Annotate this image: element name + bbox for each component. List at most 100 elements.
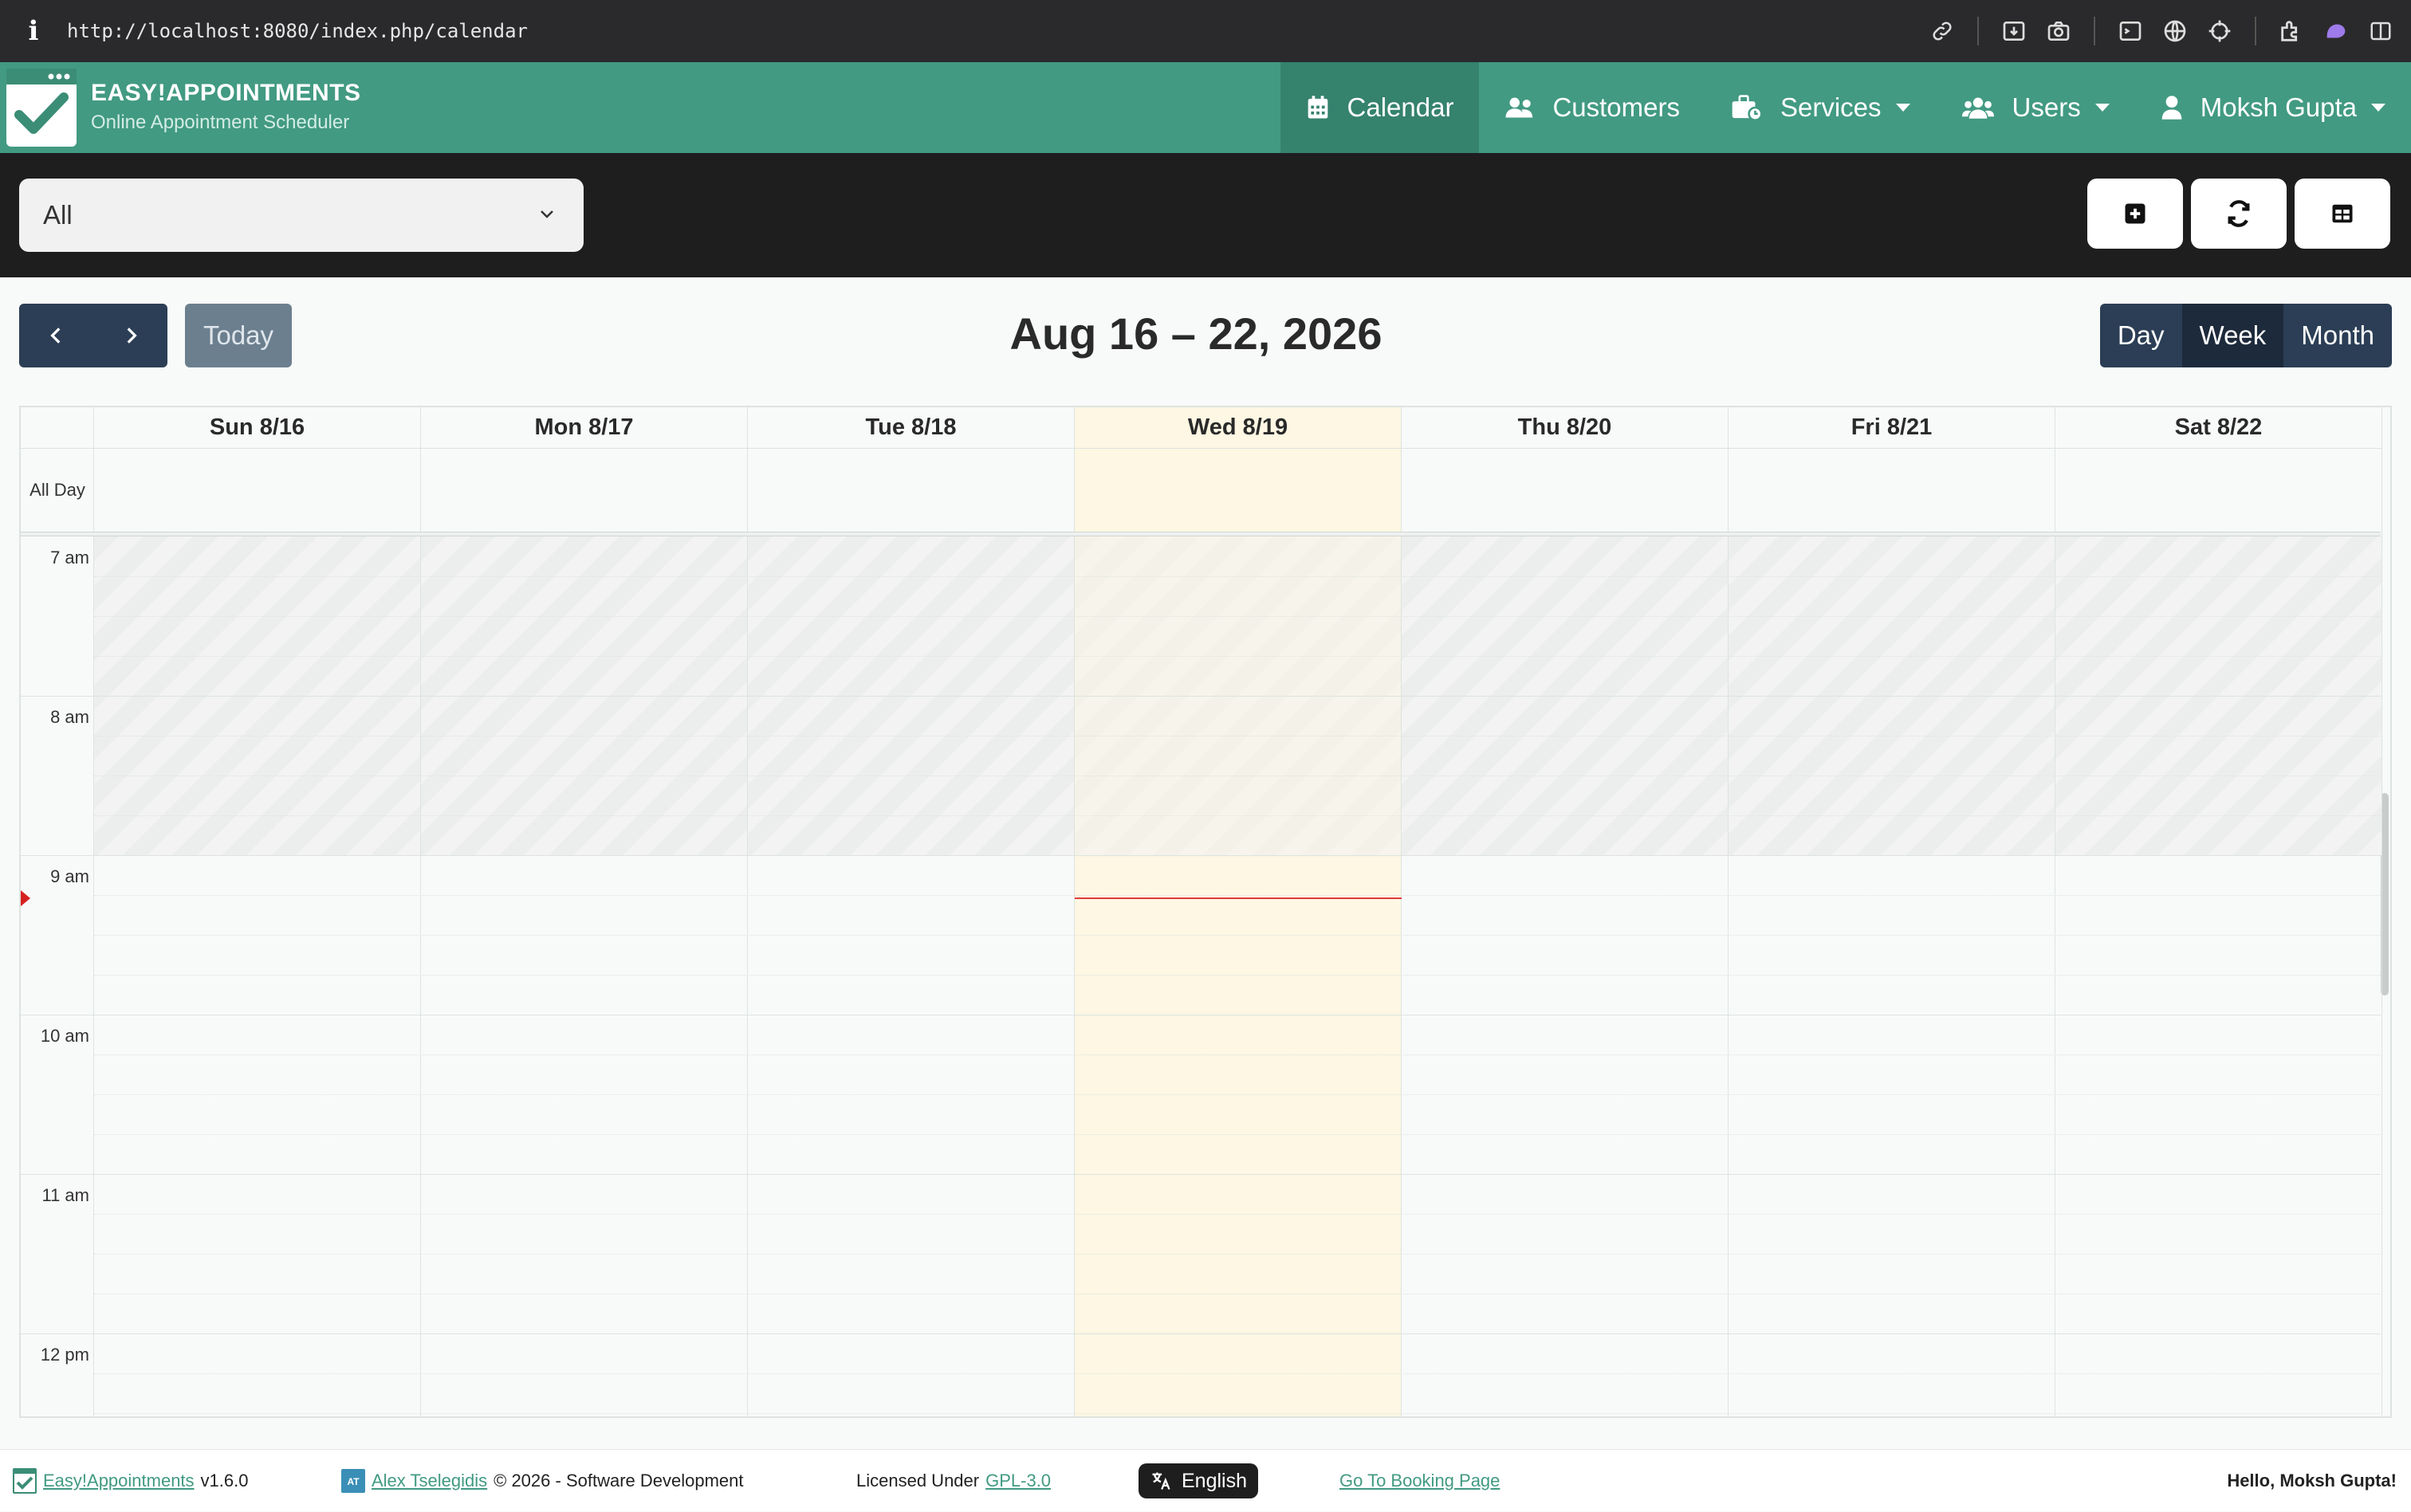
app-logo[interactable]: [6, 69, 77, 147]
nav-label: Users: [2012, 92, 2081, 122]
slot-line: [94, 1413, 2381, 1414]
browser-toolbar-icons: [1920, 0, 2403, 62]
hour-label: 8 am: [50, 707, 89, 727]
users-icon: [1961, 97, 1994, 119]
slot-line: [94, 1094, 2381, 1095]
day-header[interactable]: Sun 8/16: [94, 407, 421, 449]
customers-icon: [1505, 97, 1533, 118]
site-info-icon[interactable]: i: [0, 15, 67, 47]
slot-line: [94, 1134, 2381, 1135]
svg-text:AT: AT: [347, 1476, 360, 1487]
translate-icon: [1152, 1472, 1170, 1490]
nav-label: Calendar: [1347, 92, 1454, 122]
chevron-down-icon: [2094, 104, 2110, 112]
table-view-button[interactable]: [2295, 179, 2390, 249]
day-header[interactable]: Tue 8/18: [748, 407, 1075, 449]
download-icon[interactable]: [1992, 9, 2036, 53]
hour-line: [21, 1333, 2381, 1334]
nav-user-menu[interactable]: Moksh Gupta: [2135, 62, 2411, 153]
app-header: EASY!APPOINTMENTS Online Appointment Sch…: [0, 62, 2411, 153]
nav-label: Moksh Gupta: [2200, 92, 2357, 122]
camera-icon[interactable]: [2036, 9, 2081, 53]
day-header[interactable]: Thu 8/20: [1402, 407, 1729, 449]
terminal-icon[interactable]: [2108, 9, 2153, 53]
slot-line: [94, 1054, 2381, 1055]
nav-customers[interactable]: Customers: [1479, 62, 1705, 153]
license-link[interactable]: GPL-3.0: [985, 1471, 1051, 1491]
crosshair-icon[interactable]: [2197, 9, 2242, 53]
slot-line: [94, 656, 2381, 657]
add-appointment-button[interactable]: [2087, 179, 2183, 249]
now-indicator-arrow: [21, 890, 30, 906]
now-indicator-line: [1075, 897, 1402, 899]
reload-button[interactable]: [2191, 179, 2287, 249]
hour-line: [21, 855, 2381, 856]
chevron-down-icon: [541, 210, 553, 218]
slot-line: [94, 935, 2381, 936]
author-logo-icon: AT: [341, 1469, 365, 1493]
nav-calendar[interactable]: Calendar: [1280, 62, 1480, 153]
chevron-down-icon: [2371, 104, 2385, 112]
day-header[interactable]: Mon 8/17: [421, 407, 748, 449]
language-label: English: [1182, 1469, 1247, 1492]
assistant-icon[interactable]: [2314, 9, 2358, 53]
slot-line: [94, 1254, 2381, 1255]
booking-page-link[interactable]: Go To Booking Page: [1339, 1471, 1500, 1491]
hour-label: 11 am: [41, 1185, 89, 1205]
slot-line: [94, 815, 2381, 816]
copyright-text: © 2026 - Software Development: [494, 1471, 744, 1490]
greeting-text: Hello, Moksh Gupta!: [2227, 1471, 2397, 1490]
day-header[interactable]: Fri 8/21: [1729, 407, 2055, 449]
view-week-button[interactable]: Week: [2181, 304, 2284, 367]
view-month-button[interactable]: Month: [2283, 304, 2392, 367]
day-header[interactable]: Wed 8/19: [1075, 407, 1402, 449]
brand-subtitle: Online Appointment Scheduler: [91, 112, 350, 133]
slot-line: [94, 616, 2381, 617]
week-grid: All Day Sun 8/16 Mon 8/17 Tue 8/18 Wed 8/19…: [19, 406, 2392, 1418]
refresh-icon: [2228, 200, 2250, 227]
slot-line: [94, 975, 2381, 976]
footer-author: AT Alex Tselegidis © 2026 - Software Dev…: [341, 1450, 744, 1512]
language-button[interactable]: English: [1139, 1463, 1258, 1498]
user-icon: [2161, 96, 2182, 120]
footer-language: English: [1139, 1450, 1258, 1512]
slot-line: [94, 1214, 2381, 1215]
app-link[interactable]: Easy!Appointments: [43, 1471, 195, 1491]
corner-header: [21, 407, 94, 449]
table-icon: [2332, 204, 2353, 223]
hour-label: 7 am: [50, 548, 89, 567]
hour-label: 10 am: [40, 1026, 89, 1046]
services-icon: [1732, 95, 1763, 121]
footer: Easy!Appointments v1.6.0 AT Alex Tselegi…: [0, 1449, 2411, 1511]
chevron-down-icon: [1895, 104, 1910, 112]
sidebar-toggle-icon[interactable]: [2358, 9, 2403, 53]
globe-icon[interactable]: [2153, 9, 2197, 53]
hour-label: 12 pm: [40, 1345, 89, 1365]
main-nav: Calendar Customers Services Users Moksh …: [1280, 62, 2411, 153]
app-logo-small-icon: [13, 1468, 37, 1494]
calendar-toolbar: All: [0, 153, 2411, 277]
license-prefix: Licensed Under: [856, 1471, 980, 1490]
browser-address-bar: i http://localhost:8080/index.php/calend…: [0, 0, 2411, 62]
hour-line: [21, 1174, 2381, 1175]
footer-booking: Go To Booking Page: [1339, 1450, 1500, 1512]
plus-square-icon: [2125, 203, 2146, 224]
view-day-button[interactable]: Day: [2099, 304, 2182, 367]
app-version: v1.6.0: [200, 1471, 249, 1490]
all-day-divider: [21, 532, 2381, 536]
link-icon[interactable]: [1920, 9, 1965, 53]
nav-users[interactable]: Users: [1936, 62, 2135, 153]
provider-filter-select[interactable]: All: [19, 179, 584, 252]
slot-line: [94, 576, 2381, 577]
author-link[interactable]: Alex Tselegidis: [372, 1471, 487, 1491]
footer-license: Licensed Under GPL-3.0: [856, 1450, 1051, 1512]
extension-icon[interactable]: [2269, 9, 2314, 53]
nav-services[interactable]: Services: [1705, 62, 1936, 153]
calendar-icon: [1308, 96, 1327, 119]
day-header[interactable]: Sat 8/22: [2055, 407, 2382, 449]
hour-line: [21, 696, 2381, 697]
nav-label: Customers: [1552, 92, 1680, 122]
view-switcher: Day Week Month: [2099, 304, 2392, 367]
url-field[interactable]: http://localhost:8080/index.php/calendar: [67, 20, 528, 42]
slot-line: [94, 895, 2381, 896]
